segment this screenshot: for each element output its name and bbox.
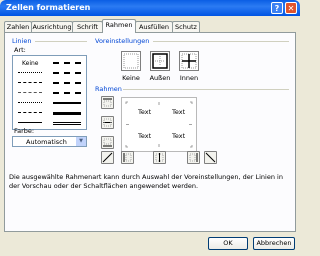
tab-ausrichtung[interactable]: Ausrichtung	[31, 21, 73, 32]
preset-inside-label: Innen	[179, 74, 199, 82]
border-diagonal-up-button[interactable]	[101, 151, 114, 164]
border-diagonal-down-button[interactable]	[204, 151, 217, 164]
line-style-dash-dot[interactable]	[18, 92, 42, 93]
preset-none-button[interactable]	[121, 51, 141, 71]
preset-outline-icon	[152, 53, 168, 69]
line-style-none[interactable]: Keine	[22, 60, 39, 67]
cancel-button[interactable]: Abbrechen	[253, 237, 295, 250]
line-style-dashed[interactable]	[18, 112, 42, 113]
window-title: Zellen formatieren	[6, 3, 91, 12]
preview-guides	[125, 101, 193, 148]
linien-separator	[35, 41, 87, 42]
preset-none-icon	[123, 53, 139, 69]
preset-outline-button[interactable]	[150, 51, 170, 71]
ok-button[interactable]: OK	[208, 237, 248, 250]
tab-zahlen[interactable]: Zahlen	[4, 21, 32, 32]
line-style-double[interactable]	[53, 122, 81, 125]
border-top-button[interactable]	[101, 96, 114, 109]
preset-inside-button[interactable]	[179, 51, 199, 71]
help-button[interactable]: ?	[271, 2, 283, 14]
tab-rahmen[interactable]: Rahmen	[102, 19, 136, 33]
border-bottom-button[interactable]	[101, 136, 114, 149]
preview-text-top-left: Text	[138, 108, 152, 116]
tab-schutz[interactable]: Schutz	[172, 21, 200, 32]
line-style-dotted[interactable]	[18, 102, 42, 103]
color-dropdown[interactable]: Automatisch ▼	[12, 136, 87, 147]
preset-outline-label: Außen	[149, 74, 171, 82]
presets-separator	[153, 41, 289, 42]
tab-ausfuellen[interactable]: Ausfüllen	[135, 21, 173, 32]
line-style-list[interactable]: Keine	[12, 55, 87, 130]
tab-schrift[interactable]: Schrift	[72, 21, 103, 32]
art-label: Art:	[14, 46, 26, 54]
line-style-thin[interactable]	[18, 122, 42, 123]
border-preview[interactable]: Text Text Text Text	[121, 97, 197, 152]
farbe-label: Farbe:	[14, 127, 35, 135]
linien-group-label: Linien	[12, 37, 32, 45]
line-style-hairline-dotted[interactable]	[18, 72, 42, 73]
border-inside-horizontal-button[interactable]	[101, 116, 114, 129]
preview-text-top-right: Text	[172, 108, 186, 116]
border-left-button[interactable]	[121, 151, 134, 164]
line-style-medium-dash-dot[interactable]	[53, 82, 81, 84]
line-style-thick[interactable]	[53, 112, 81, 115]
line-style-dash-dot-dot[interactable]	[18, 82, 42, 83]
rahmen-group-label: Rahmen	[95, 85, 122, 93]
border-right-button[interactable]	[187, 151, 200, 164]
presets-group-label: Voreinstellungen	[95, 37, 150, 45]
line-style-medium-dash-dot-dot[interactable]	[53, 62, 81, 64]
border-inside-vertical-button[interactable]	[153, 151, 166, 164]
title-bar: Zellen formatieren ? ✕	[0, 0, 300, 16]
chevron-down-icon[interactable]: ▼	[76, 137, 86, 146]
description-text: Die ausgewählte Rahmenart kann durch Aus…	[9, 173, 283, 190]
line-style-medium[interactable]	[53, 102, 81, 104]
preset-none-label: Keine	[122, 74, 140, 82]
color-dropdown-value: Automatisch	[26, 138, 67, 146]
preview-text-bottom-left: Text	[138, 132, 152, 140]
preview-text-bottom-right: Text	[172, 132, 186, 140]
close-button[interactable]: ✕	[285, 2, 297, 14]
preset-inside-icon	[181, 53, 197, 69]
line-style-slanted-dash-dot[interactable]	[53, 72, 81, 74]
rahmen-separator	[123, 89, 289, 90]
rahmen-panel: Linien Art: Keine Farbe: Automatisch ▼ V…	[4, 32, 296, 232]
line-style-medium-dashed[interactable]	[53, 92, 81, 94]
